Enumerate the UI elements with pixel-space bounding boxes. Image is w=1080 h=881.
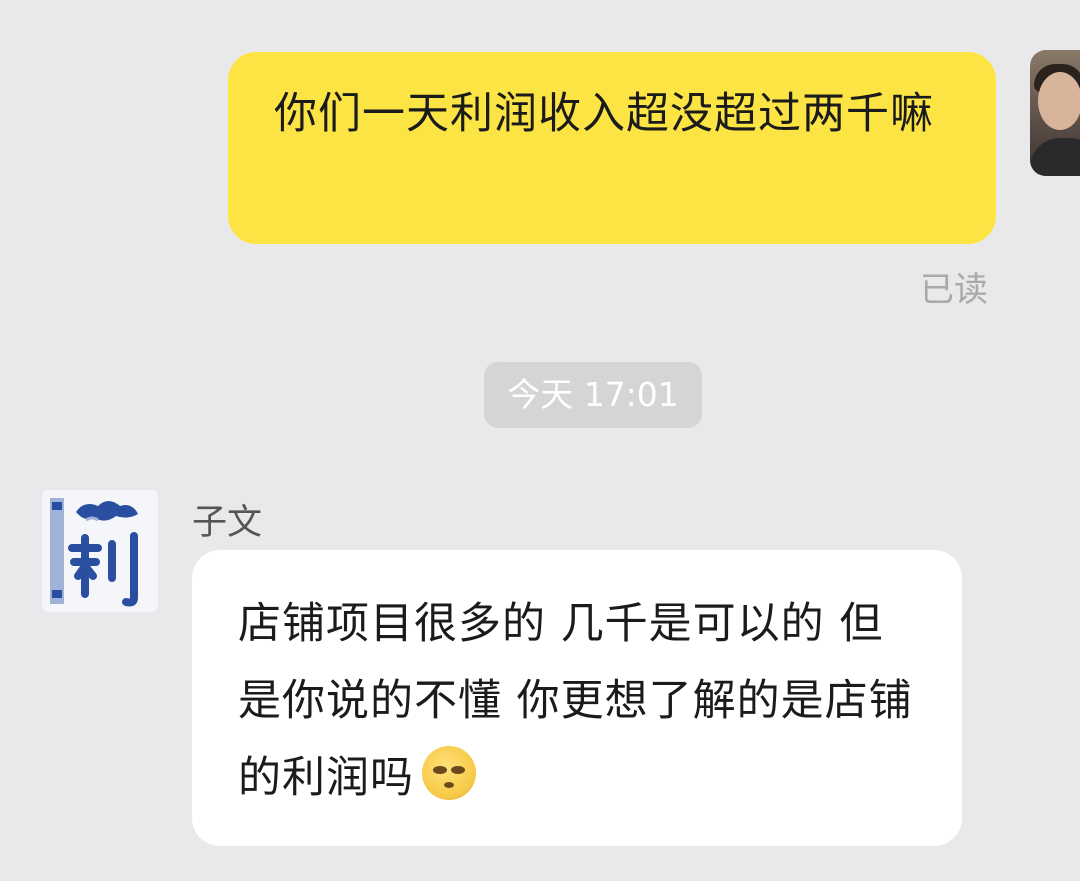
outgoing-message-text: 你们一天利润收入超没超过两千嘛 xyxy=(274,89,934,139)
avatar-shirt xyxy=(1030,138,1080,176)
chat-conversation: 你们一天利润收入超没超过两千嘛 已读 今天 17:01 子文 店铺项目很多的 几… xyxy=(0,0,1080,881)
sender-avatar[interactable] xyxy=(42,490,158,612)
outgoing-message-bubble[interactable]: 你们一天利润收入超没超过两千嘛 xyxy=(228,52,996,244)
incoming-message-text: 店铺项目很多的 几千是可以的 但是你说的不懂 你更想了解的是店铺的利润吗 xyxy=(238,599,913,803)
message-timestamp: 今天 17:01 xyxy=(484,362,702,428)
sender-avatar-logo xyxy=(50,498,138,607)
read-status: 已读 xyxy=(920,270,988,310)
sender-name: 子文 xyxy=(192,503,263,543)
smiling-face-emoji-icon xyxy=(422,746,476,800)
incoming-message-bubble[interactable]: 店铺项目很多的 几千是可以的 但是你说的不懂 你更想了解的是店铺的利润吗 xyxy=(192,550,962,846)
avatar-face xyxy=(1038,72,1080,130)
my-avatar[interactable] xyxy=(1030,50,1080,176)
